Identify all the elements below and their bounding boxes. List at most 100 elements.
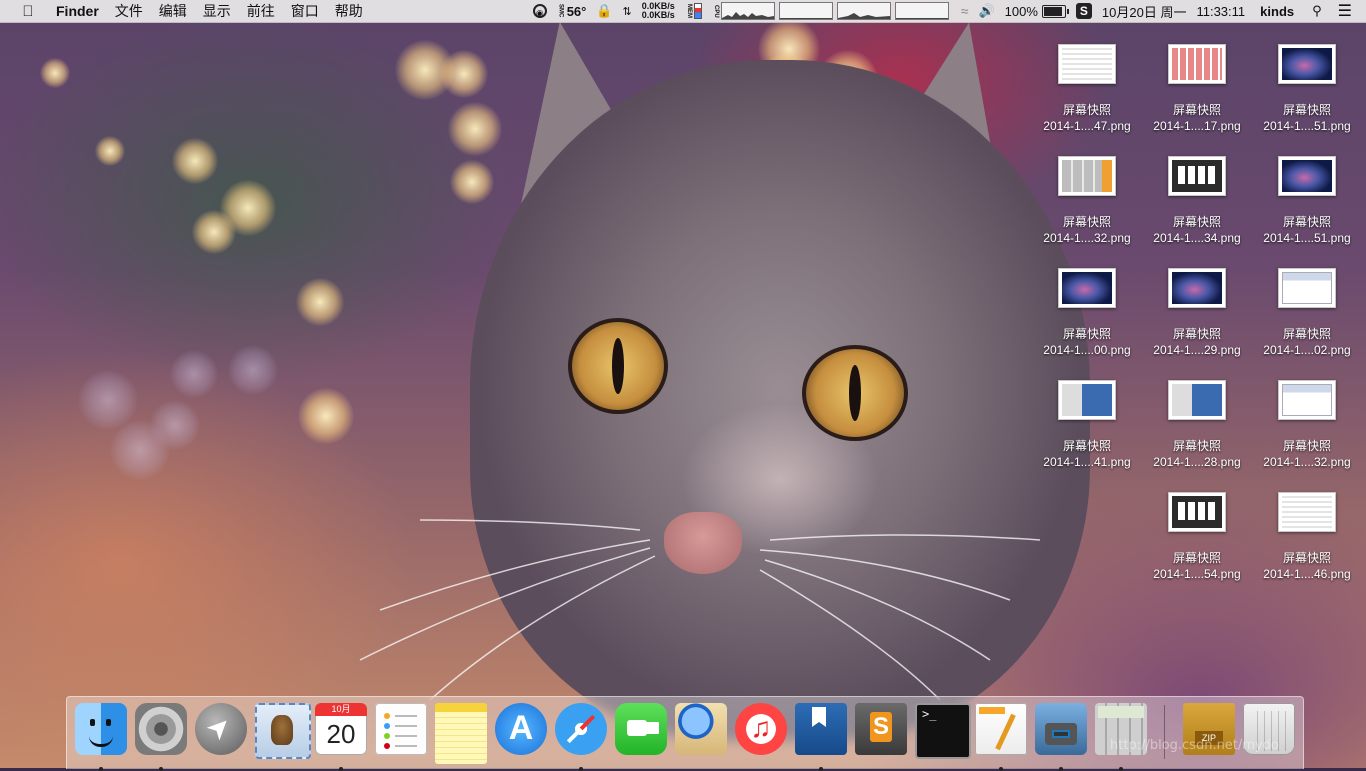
desktop-file-icon[interactable]: 屏幕快照 2014-1....41.png: [1037, 380, 1137, 470]
notes-icon[interactable]: [435, 703, 487, 764]
battery-status[interactable]: 100%: [1000, 0, 1071, 22]
preview-icon[interactable]: [675, 703, 727, 755]
menu-edit[interactable]: 编辑: [151, 0, 195, 22]
menu-window[interactable]: 窗口: [283, 0, 327, 22]
file-name-detail: 2014-1....29.png: [1153, 343, 1241, 357]
volume-icon[interactable]: 🔊: [973, 0, 999, 22]
screenshot-thumbnail-icon: [1058, 156, 1116, 196]
time-display[interactable]: 11:33:11: [1191, 0, 1250, 22]
date-display[interactable]: 10月20日 周一: [1097, 0, 1192, 22]
safari-icon[interactable]: [555, 703, 607, 771]
mail-icon[interactable]: [255, 703, 311, 759]
desktop-file-icon[interactable]: 屏幕快照 2014-1....51.png: [1257, 156, 1357, 246]
screenshot-thumbnail-icon: [1278, 156, 1336, 196]
screenshot-thumbnail-icon: [1168, 268, 1226, 308]
network-arrows-icon[interactable]: ⇅: [618, 0, 637, 22]
wifi-icon[interactable]: ≈: [956, 0, 974, 22]
cpu-label: CPU: [712, 4, 719, 18]
calendar-icon[interactable]: 10月 20: [315, 703, 367, 771]
menu-help[interactable]: 帮助: [327, 0, 371, 22]
file-name-label: 屏幕快照: [1172, 551, 1221, 565]
file-name-label: 屏幕快照: [1062, 327, 1111, 341]
cpu-status[interactable]: CPU: [707, 0, 956, 22]
user-name[interactable]: kinds: [1250, 0, 1304, 22]
system-preferences-icon[interactable]: [135, 703, 187, 771]
calendar-day: 20: [326, 719, 356, 749]
app-store-icon[interactable]: [495, 703, 547, 755]
screenshot-thumbnail-icon: [1278, 268, 1336, 308]
calendar-month: 10月: [315, 703, 367, 716]
network-speed[interactable]: 0.0KB/s 0.0KB/s: [637, 0, 680, 22]
file-name-label: 屏幕快照: [1172, 439, 1221, 453]
screenshot-thumbnail-icon: [1168, 492, 1226, 532]
file-name-detail: 2014-1....54.png: [1153, 567, 1241, 581]
istat-icon[interactable]: ◉: [528, 0, 552, 22]
desktop-file-icon[interactable]: 屏幕快照 2014-1....51.png: [1257, 44, 1357, 134]
desktop-file-icon[interactable]: 屏幕快照 2014-1....34.png: [1147, 156, 1247, 246]
desktop-file-icon[interactable]: 屏幕快照 2014-1....32.png: [1037, 156, 1137, 246]
screenshot-thumbnail-icon: [1278, 380, 1336, 420]
sensor-graph: [894, 2, 949, 20]
input-method-label: S: [1075, 3, 1092, 19]
lock-icon[interactable]: 🔒: [591, 0, 617, 22]
file-name-label: 屏幕快照: [1172, 103, 1221, 117]
itunes-icon[interactable]: [735, 703, 787, 755]
file-name-label: 屏幕快照: [1282, 215, 1331, 229]
menu-go[interactable]: 前往: [239, 0, 283, 22]
menu-app-name[interactable]: Finder: [50, 0, 107, 22]
dock: 10月 20: [66, 696, 1304, 771]
smc-label: SMC: [557, 4, 564, 18]
input-method-icon[interactable]: S: [1071, 0, 1097, 22]
desktop-file-icon[interactable]: 屏幕快照 2014-1....54.png: [1147, 492, 1247, 582]
file-name-detail: 2014-1....51.png: [1263, 119, 1351, 133]
file-name-detail: 2014-1....02.png: [1263, 343, 1351, 357]
screenshot-thumbnail-icon: [1168, 156, 1226, 196]
desktop-file-icon[interactable]: 屏幕快照 2014-1....17.png: [1147, 44, 1247, 134]
desktop-file-icon[interactable]: 屏幕快照 2014-1....28.png: [1147, 380, 1247, 470]
net-down-speed: 0.0KB/s: [641, 10, 675, 20]
finder-icon[interactable]: [75, 703, 127, 771]
apple-logo-icon[interactable]: : [18, 3, 38, 20]
temperature-status[interactable]: SMC 56°: [552, 0, 592, 22]
reminders-icon[interactable]: [375, 703, 427, 755]
battery-icon: [1041, 4, 1069, 18]
spotlight-search-icon[interactable]: ⚲: [1304, 0, 1330, 22]
launchpad-icon[interactable]: [195, 703, 247, 755]
desktop-file-icon[interactable]: 屏幕快照 2014-1....02.png: [1257, 268, 1357, 358]
screenshot-thumbnail-icon: [1278, 44, 1336, 84]
file-name-label: 屏幕快照: [1282, 551, 1331, 565]
pages-icon[interactable]: [975, 703, 1027, 771]
file-name-detail: 2014-1....34.png: [1153, 231, 1241, 245]
menu-view[interactable]: 显示: [195, 0, 239, 22]
notification-center-icon[interactable]: ☰: [1330, 0, 1366, 22]
watermark-text: http://blog.csdn.net/mydo: [1110, 738, 1279, 753]
file-name-label: 屏幕快照: [1062, 439, 1111, 453]
file-name-label: 屏幕快照: [1282, 103, 1331, 117]
desktop-file-icon[interactable]: 屏幕快照 2014-1....32.png: [1257, 380, 1357, 470]
network-graph: [836, 2, 891, 20]
cpu-graph: [720, 2, 775, 20]
sublime-text-icon[interactable]: [855, 703, 907, 755]
desktop-file-icon[interactable]: 屏幕快照 2014-1....29.png: [1147, 268, 1247, 358]
desktop-file-icon[interactable]: 屏幕快照 2014-1....00.png: [1037, 268, 1137, 358]
file-name-detail: 2014-1....28.png: [1153, 455, 1241, 469]
battery-percent: 100%: [1004, 3, 1038, 19]
file-name-label: 屏幕快照: [1172, 215, 1221, 229]
memory-status[interactable]: MEM: [680, 0, 707, 22]
dictionary-icon[interactable]: [795, 703, 847, 771]
menu-bar:  Finder 文件 编辑 显示 前往 窗口 帮助 ◉ SMC 56° 🔒 ⇅…: [0, 0, 1366, 23]
file-name-detail: 2014-1....46.png: [1263, 567, 1351, 581]
iphoto-icon[interactable]: [1035, 703, 1087, 771]
file-name-detail: 2014-1....00.png: [1043, 343, 1131, 357]
menu-file[interactable]: 文件: [107, 0, 151, 22]
desktop-file-icon[interactable]: 屏幕快照 2014-1....47.png: [1037, 44, 1137, 134]
desktop-file-icon[interactable]: 屏幕快照 2014-1....46.png: [1257, 492, 1357, 582]
file-name-detail: 2014-1....51.png: [1263, 231, 1351, 245]
file-name-label: 屏幕快照: [1282, 439, 1331, 453]
mem-label: MEM: [685, 4, 692, 18]
facetime-icon[interactable]: [615, 703, 667, 755]
file-name-label: 屏幕快照: [1062, 103, 1111, 117]
file-name-detail: 2014-1....32.png: [1043, 231, 1131, 245]
memory-bar-icon: [693, 3, 702, 19]
terminal-icon[interactable]: [915, 703, 971, 759]
